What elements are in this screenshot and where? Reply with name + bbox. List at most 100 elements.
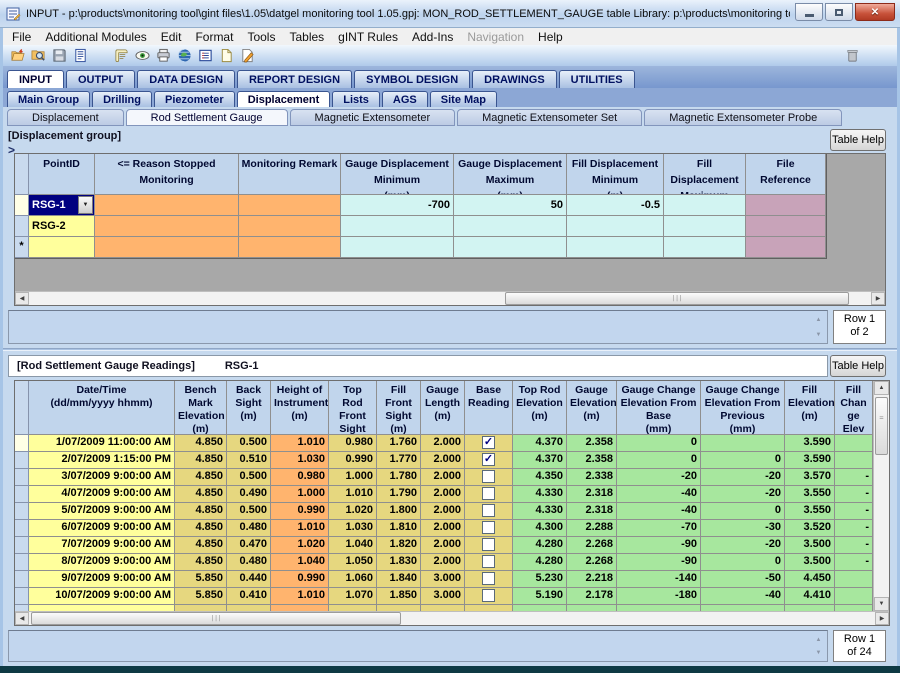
cell-gauge-length-m[interactable]: 2.000 <box>421 469 465 486</box>
menu-edit[interactable]: Edit <box>154 29 189 45</box>
cell-back-sight-m[interactable]: 0.410 <box>227 588 271 605</box>
cell-date-time[interactable]: 6/07/2009 9:00:00 AM <box>29 520 175 537</box>
cell-fill-change-elev[interactable] <box>835 588 873 605</box>
spin-up-icon[interactable]: ▲ <box>812 633 825 646</box>
cell-fill-displacement-maximum-m[interactable] <box>664 216 746 237</box>
edit-document-icon[interactable] <box>237 46 258 65</box>
cell-gauge-length-m[interactable]: 2.000 <box>421 537 465 554</box>
cell-date-time[interactable]: 7/07/2009 9:00:00 AM <box>29 537 175 554</box>
cell-monitoring-remark[interactable] <box>239 216 341 237</box>
cell-gauge-displacement-minimum-mm[interactable] <box>341 216 454 237</box>
menu-tools[interactable]: Tools <box>240 29 282 45</box>
readings-hscrollbar[interactable]: ◀ ▶ <box>15 611 889 625</box>
cell-fill-elevation-m[interactable]: 3.500 <box>785 537 835 554</box>
tab-site-map[interactable]: Site Map <box>430 91 497 107</box>
cell-monitoring-remark[interactable] <box>239 195 341 216</box>
scroll-right-icon[interactable]: ▶ <box>871 292 885 305</box>
row-selector[interactable] <box>15 469 29 486</box>
row-selector[interactable]: * <box>15 237 29 258</box>
cell-bench-mark-elevation-m[interactable]: 4.850 <box>175 554 227 571</box>
tab-data-design[interactable]: DATA DESIGN <box>137 70 235 88</box>
preview-icon[interactable] <box>132 46 153 65</box>
cell-fill-front-sight-m[interactable]: 1.850 <box>377 588 421 605</box>
cell-fill-change-elev[interactable]: - <box>835 469 873 486</box>
base-reading-checkbox[interactable] <box>482 487 495 500</box>
cell-fill-change-elev[interactable]: - <box>835 520 873 537</box>
row-selector[interactable] <box>15 435 29 452</box>
cell-fill-change-elev[interactable]: - <box>835 537 873 554</box>
cell-gauge-elevation-m[interactable]: 2.268 <box>567 537 617 554</box>
cell-file-reference[interactable] <box>746 195 826 216</box>
cell-top-rod-elevation-m[interactable]: 4.370 <box>513 435 567 452</box>
tab-report-design[interactable]: REPORT DESIGN <box>237 70 352 88</box>
cell-fill-elevation-m[interactable]: 3.590 <box>785 435 835 452</box>
cell-gauge-change-elevation-from-previous-mm[interactable]: 0 <box>701 554 785 571</box>
cell-gauge-change-elevation-from-base-mm[interactable]: -20 <box>617 469 701 486</box>
scrollbar-thumb[interactable] <box>875 397 888 455</box>
cell-back-sight-m[interactable]: 0.470 <box>227 537 271 554</box>
cell-back-sight-m[interactable]: 0.490 <box>227 486 271 503</box>
cell-date-time[interactable]: 10/07/2009 9:00:00 AM <box>29 588 175 605</box>
cell-gauge-displacement-minimum-mm[interactable] <box>341 237 454 258</box>
cell-fill-elevation-m[interactable]: 3.520 <box>785 520 835 537</box>
readings-vscrollbar[interactable]: ▲ ▼ <box>873 381 889 611</box>
cell-top-rod-front-sight-m[interactable]: 1.060 <box>329 571 377 588</box>
cell-fill-elevation-m[interactable]: 3.570 <box>785 469 835 486</box>
cell-point-id[interactable] <box>29 237 95 258</box>
displacement-hscrollbar[interactable]: ◀ ▶ <box>15 291 885 305</box>
cell-fill-front-sight-m[interactable]: 1.790 <box>377 486 421 503</box>
cell-fill-elevation-m[interactable]: 4.410 <box>785 588 835 605</box>
cell-top-rod-elevation-m[interactable]: 4.280 <box>513 554 567 571</box>
cell-base-reading[interactable] <box>465 571 513 588</box>
cell-gauge-length-m[interactable]: 2.000 <box>421 486 465 503</box>
base-reading-checkbox[interactable]: ✓ <box>482 436 495 449</box>
cell-top-rod-front-sight-m[interactable]: 1.030 <box>329 520 377 537</box>
cell-gauge-elevation-m[interactable]: 2.338 <box>567 469 617 486</box>
cell-height-of-instrument-m[interactable]: 1.000 <box>271 486 329 503</box>
cell-monitoring-remark[interactable] <box>239 237 341 258</box>
cell-gauge-change-elevation-from-base-mm[interactable]: 0 <box>617 452 701 469</box>
cell-height-of-instrument-m[interactable]: 1.010 <box>271 588 329 605</box>
cell-bench-mark-elevation-m[interactable]: 4.850 <box>175 469 227 486</box>
cell-gauge-displacement-maximum-mm[interactable] <box>454 237 567 258</box>
cell-date-time[interactable]: 8/07/2009 9:00:00 AM <box>29 554 175 571</box>
table-help-button-top[interactable]: Table Help <box>830 129 886 151</box>
spin-down-icon[interactable]: ▼ <box>812 328 825 341</box>
cell-back-sight-m[interactable]: 0.500 <box>227 469 271 486</box>
cell-gauge-change-elevation-from-previous-mm[interactable]: 0 <box>701 452 785 469</box>
cell-base-reading[interactable] <box>465 588 513 605</box>
cell-height-of-instrument-m[interactable]: 1.040 <box>271 554 329 571</box>
table-help-button-bottom[interactable]: Table Help <box>830 355 886 377</box>
cell-gauge-elevation-m[interactable]: 2.358 <box>567 452 617 469</box>
row-selector[interactable] <box>15 503 29 520</box>
row-selector[interactable] <box>15 486 29 503</box>
cell-height-of-instrument-m[interactable]: 1.030 <box>271 452 329 469</box>
script-icon[interactable] <box>111 46 132 65</box>
menu-additional-modules[interactable]: Additional Modules <box>38 29 153 45</box>
cell-reason-stopped-monitoring[interactable] <box>95 237 239 258</box>
row-selector[interactable] <box>15 195 29 216</box>
cell-date-time[interactable]: 4/07/2009 9:00:00 AM <box>29 486 175 503</box>
tab-utilities[interactable]: UTILITIES <box>559 70 635 88</box>
cell-date-time[interactable]: 2/07/2009 1:15:00 PM <box>29 452 175 469</box>
cell-gauge-elevation-m[interactable]: 2.358 <box>567 435 617 452</box>
cell-bench-mark-elevation-m[interactable]: 4.850 <box>175 452 227 469</box>
open-project-icon[interactable] <box>7 46 28 65</box>
cell-top-rod-elevation-m[interactable]: 4.370 <box>513 452 567 469</box>
cell-gauge-elevation-m[interactable]: 2.178 <box>567 588 617 605</box>
browse-files-icon[interactable] <box>28 46 49 65</box>
cell-gauge-length-m[interactable]: 2.000 <box>421 452 465 469</box>
cell-gauge-change-elevation-from-previous-mm[interactable]: -20 <box>701 537 785 554</box>
scrollbar-thumb[interactable] <box>505 292 849 305</box>
cell-gauge-change-elevation-from-base-mm[interactable]: -90 <box>617 537 701 554</box>
displacement-remark-box[interactable]: ▲ ▼ <box>8 310 828 344</box>
cell-gauge-displacement-maximum-mm[interactable] <box>454 216 567 237</box>
cell-height-of-instrument-m[interactable]: 0.990 <box>271 571 329 588</box>
tab-symbol-design[interactable]: SYMBOL DESIGN <box>354 70 470 88</box>
trash-icon[interactable] <box>842 46 863 65</box>
cell-fill-change-elev[interactable] <box>835 452 873 469</box>
cell-base-reading[interactable] <box>465 503 513 520</box>
tab-magnetic-extensometer-probe[interactable]: Magnetic Extensometer Probe <box>644 109 842 126</box>
cell-fill-front-sight-m[interactable]: 1.810 <box>377 520 421 537</box>
cell-fill-displacement-minimum-m[interactable]: -0.5 <box>567 195 664 216</box>
